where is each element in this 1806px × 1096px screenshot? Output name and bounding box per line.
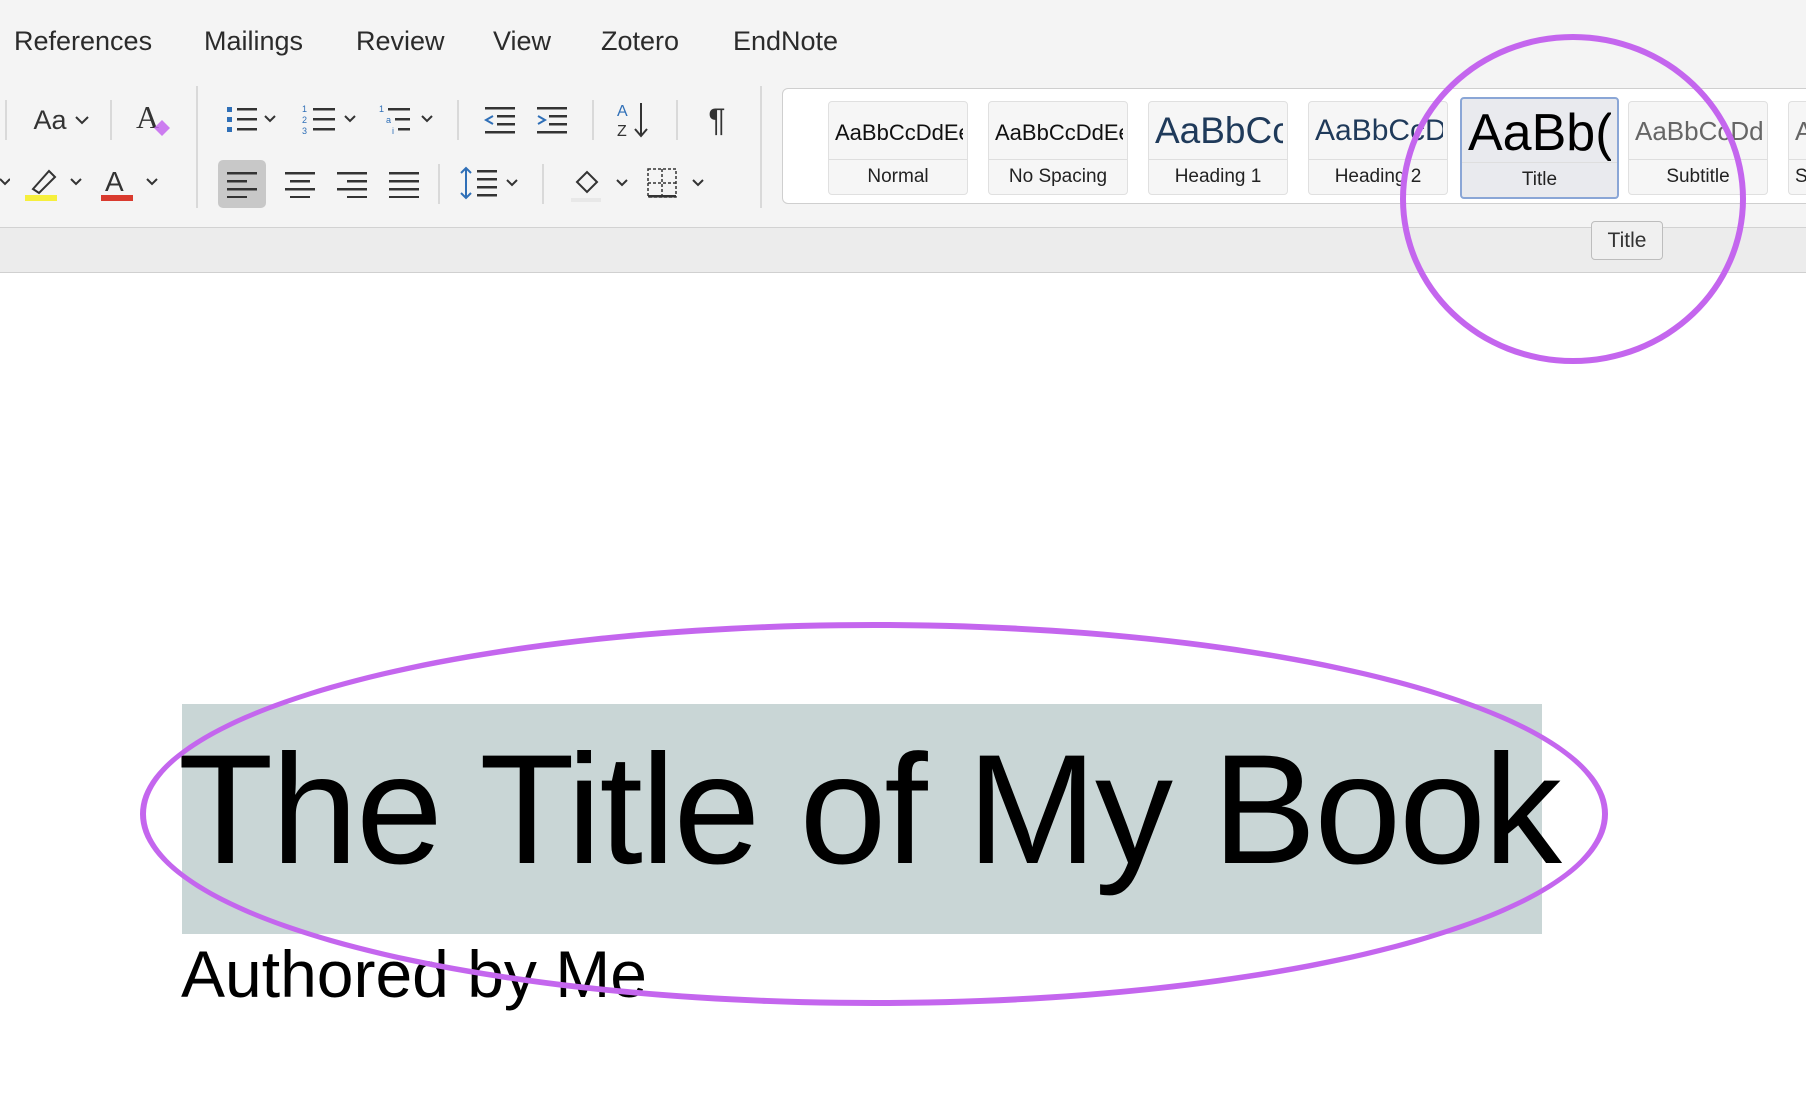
svg-text:A: A bbox=[105, 166, 124, 197]
style-normal-label: Normal bbox=[829, 159, 967, 188]
separator bbox=[196, 86, 198, 208]
style-normal[interactable]: AaBbCcDdEe Normal bbox=[828, 101, 968, 195]
decrease-indent-icon bbox=[483, 107, 515, 134]
tab-references[interactable]: References bbox=[14, 26, 152, 57]
align-right-icon bbox=[337, 172, 367, 198]
separator bbox=[110, 100, 112, 140]
font-color-button[interactable]: A bbox=[98, 162, 164, 204]
style-normal-sample: AaBbCcDdEe bbox=[835, 120, 963, 145]
font-color-icon: A bbox=[101, 166, 158, 201]
separator bbox=[760, 86, 762, 208]
document-title[interactable]: The Title of My Book bbox=[178, 720, 1562, 900]
align-center-button[interactable] bbox=[276, 160, 324, 208]
tab-endnote[interactable]: EndNote bbox=[733, 26, 838, 57]
justify-icon bbox=[389, 172, 419, 198]
align-right-button[interactable] bbox=[328, 160, 376, 208]
chevron-down-icon[interactable] bbox=[0, 162, 10, 202]
ruler-bar bbox=[0, 228, 1806, 273]
style-heading-1-label: Heading 1 bbox=[1149, 159, 1287, 188]
svg-text:3: 3 bbox=[302, 126, 307, 136]
svg-text:1: 1 bbox=[379, 104, 384, 114]
svg-text:A: A bbox=[617, 103, 628, 120]
align-center-icon bbox=[285, 172, 315, 198]
style-title-sample: AaBb( bbox=[1468, 104, 1611, 162]
style-no-spacing-sample: AaBbCcDdEe bbox=[995, 120, 1123, 145]
justify-button[interactable] bbox=[380, 160, 428, 208]
style-heading-2-sample: AaBbCcDd bbox=[1315, 114, 1443, 147]
align-left-icon bbox=[227, 172, 257, 198]
svg-text:a: a bbox=[386, 115, 391, 125]
highlighter-icon bbox=[25, 169, 82, 201]
shading-button[interactable] bbox=[568, 162, 634, 206]
svg-text:Z: Z bbox=[617, 123, 627, 140]
style-no-spacing-label: No Spacing bbox=[989, 159, 1127, 188]
multilevel-list-icon: 1 a i bbox=[379, 104, 433, 136]
change-case-label: Aa bbox=[33, 104, 67, 135]
sort-button[interactable]: A Z bbox=[612, 98, 654, 142]
increase-indent-icon bbox=[537, 107, 567, 134]
style-next-partial[interactable]: A S bbox=[1788, 101, 1806, 195]
styles-gallery: AaBbCcDdEe Normal AaBbCcDdEe No Spacing … bbox=[782, 88, 1806, 204]
increase-indent-button[interactable] bbox=[532, 100, 572, 140]
style-title[interactable]: AaBb( Title bbox=[1460, 97, 1619, 199]
style-heading-1[interactable]: AaBbCc Heading 1 bbox=[1148, 101, 1288, 195]
separator bbox=[542, 164, 544, 204]
change-case-button[interactable]: Aa bbox=[28, 100, 94, 140]
separator bbox=[457, 100, 459, 140]
tab-view[interactable]: View bbox=[493, 26, 551, 57]
paint-bucket-icon bbox=[571, 170, 628, 202]
style-subtitle-sample: AaBbCcDd bbox=[1635, 116, 1763, 146]
clear-formatting-button[interactable]: A bbox=[130, 96, 174, 140]
numbering-button[interactable]: 1 2 3 bbox=[300, 100, 362, 140]
style-heading-2[interactable]: AaBbCcDd Heading 2 bbox=[1308, 101, 1448, 195]
style-heading-2-label: Heading 2 bbox=[1309, 159, 1447, 188]
highlight-color-button[interactable] bbox=[22, 162, 88, 204]
style-next-label: S bbox=[1789, 159, 1806, 188]
numbered-list-icon: 1 2 3 bbox=[302, 104, 356, 136]
tab-review[interactable]: Review bbox=[356, 26, 445, 57]
clear-formatting-icon: A bbox=[136, 99, 170, 136]
bullets-button[interactable] bbox=[224, 100, 282, 140]
line-spacing-button[interactable] bbox=[458, 162, 524, 206]
tab-mailings[interactable]: Mailings bbox=[204, 26, 303, 57]
borders-icon bbox=[647, 168, 704, 198]
style-next-sample: A bbox=[1795, 116, 1806, 147]
tab-zotero[interactable]: Zotero bbox=[601, 26, 679, 57]
bulleted-list-icon bbox=[227, 107, 276, 132]
show-formatting-button[interactable]: ¶ bbox=[700, 100, 734, 140]
style-subtitle-label: Subtitle bbox=[1629, 159, 1767, 188]
borders-button[interactable] bbox=[644, 162, 710, 206]
sort-icon: A Z bbox=[617, 103, 648, 140]
style-tooltip: Title bbox=[1591, 221, 1663, 260]
line-spacing-icon bbox=[460, 166, 518, 200]
document-subtitle[interactable]: Authored by Me bbox=[181, 934, 647, 1014]
separator bbox=[592, 100, 594, 140]
style-no-spacing[interactable]: AaBbCcDdEe No Spacing bbox=[988, 101, 1128, 195]
style-subtitle[interactable]: AaBbCcDd Subtitle bbox=[1628, 101, 1768, 195]
separator bbox=[676, 100, 678, 140]
decrease-indent-button[interactable] bbox=[480, 100, 520, 140]
separator bbox=[438, 164, 440, 204]
svg-text:i: i bbox=[392, 126, 394, 136]
style-title-label: Title bbox=[1462, 162, 1617, 191]
separator bbox=[5, 100, 7, 140]
align-left-button[interactable] bbox=[218, 160, 266, 208]
pilcrow-icon: ¶ bbox=[708, 101, 726, 138]
svg-text:2: 2 bbox=[302, 115, 307, 125]
ribbon: References Mailings Review View Zotero E… bbox=[0, 0, 1806, 228]
multilevel-list-button[interactable]: 1 a i bbox=[376, 100, 440, 140]
chevron-down-icon bbox=[74, 116, 89, 125]
style-heading-1-sample: AaBbCc bbox=[1155, 110, 1283, 151]
svg-text:1: 1 bbox=[302, 104, 307, 114]
